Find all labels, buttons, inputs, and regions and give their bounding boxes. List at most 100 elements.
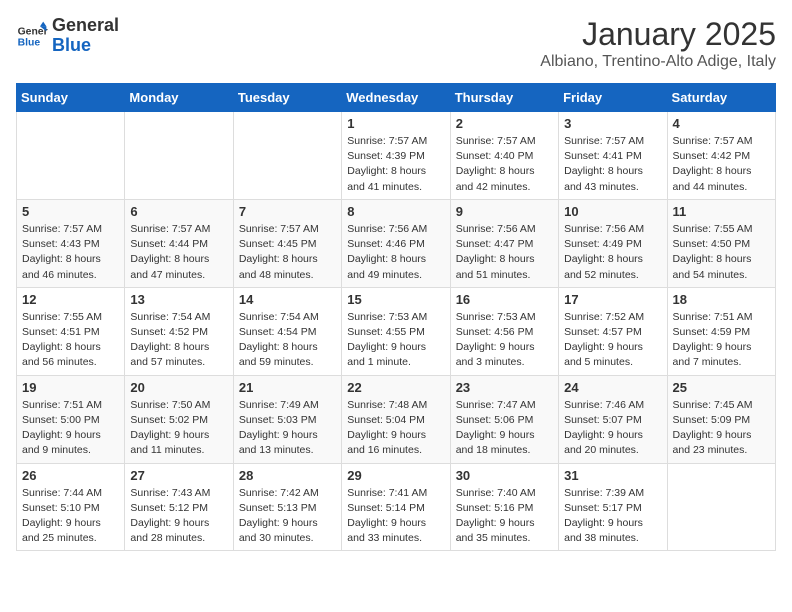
calendar-cell: 17Sunrise: 7:52 AM Sunset: 4:57 PM Dayli… xyxy=(559,287,667,375)
logo-text: General Blue xyxy=(52,16,119,56)
day-info: Sunrise: 7:43 AM Sunset: 5:12 PM Dayligh… xyxy=(130,486,227,547)
day-info: Sunrise: 7:57 AM Sunset: 4:45 PM Dayligh… xyxy=(239,222,336,283)
day-number: 26 xyxy=(22,468,119,483)
calendar-cell: 16Sunrise: 7:53 AM Sunset: 4:56 PM Dayli… xyxy=(450,287,558,375)
calendar-cell: 8Sunrise: 7:56 AM Sunset: 4:46 PM Daylig… xyxy=(342,199,450,287)
calendar-cell: 22 Sunrise: 7:48 AM Sunset: 5:04 PM Dayli… xyxy=(342,375,450,463)
calendar-week-row: 5Sunrise: 7:57 AM Sunset: 4:43 PM Daylig… xyxy=(17,199,776,287)
day-number: 28 xyxy=(239,468,336,483)
calendar-week-row: 12 Sunrise: 7:55 AM Sunset: 4:51 PM Dayli… xyxy=(17,287,776,375)
weekday-header: Friday xyxy=(559,84,667,112)
day-info: Sunrise: 7:50 AM Sunset: 5:02 PM Dayligh… xyxy=(130,398,227,459)
day-info: Sunrise: 7:46 AM Sunset: 5:07 PM Dayligh… xyxy=(564,398,661,459)
day-number: 30 xyxy=(456,468,553,483)
calendar-cell: 11 Sunrise: 7:55 AM Sunset: 4:50 PM Dayli… xyxy=(667,199,775,287)
calendar-cell: 24 Sunrise: 7:46 AM Sunset: 5:07 PM Dayli… xyxy=(559,375,667,463)
calendar-cell: 9Sunrise: 7:56 AM Sunset: 4:47 PM Daylig… xyxy=(450,199,558,287)
calendar-cell: 1Sunrise: 7:57 AM Sunset: 4:39 PM Daylig… xyxy=(342,112,450,200)
logo: General Blue General Blue xyxy=(16,16,119,56)
day-info: Sunrise: 7:39 AM Sunset: 5:17 PM Dayligh… xyxy=(564,486,661,547)
calendar-week-row: 19Sunrise: 7:51 AM Sunset: 5:00 PM Dayli… xyxy=(17,375,776,463)
day-number: 24 xyxy=(564,380,661,395)
day-info: Sunrise: 7:49 AM Sunset: 5:03 PM Dayligh… xyxy=(239,398,336,459)
calendar-cell: 6 Sunrise: 7:57 AM Sunset: 4:44 PM Daylig… xyxy=(125,199,233,287)
logo-icon: General Blue xyxy=(16,20,48,52)
day-number: 2 xyxy=(456,116,553,131)
weekday-header-row: SundayMondayTuesdayWednesdayThursdayFrid… xyxy=(17,84,776,112)
day-info: Sunrise: 7:57 AM Sunset: 4:40 PM Dayligh… xyxy=(456,134,553,195)
day-info: Sunrise: 7:54 AM Sunset: 4:52 PM Dayligh… xyxy=(130,310,227,371)
day-info: Sunrise: 7:57 AM Sunset: 4:43 PM Dayligh… xyxy=(22,222,119,283)
calendar-cell: 21 Sunrise: 7:49 AM Sunset: 5:03 PM Dayli… xyxy=(233,375,341,463)
day-info: Sunrise: 7:57 AM Sunset: 4:42 PM Dayligh… xyxy=(673,134,770,195)
day-info: Sunrise: 7:42 AM Sunset: 5:13 PM Dayligh… xyxy=(239,486,336,547)
day-info: Sunrise: 7:57 AM Sunset: 4:44 PM Dayligh… xyxy=(130,222,227,283)
calendar-cell xyxy=(17,112,125,200)
day-number: 9 xyxy=(456,204,553,219)
day-number: 14 xyxy=(239,292,336,307)
day-number: 6 xyxy=(130,204,227,219)
calendar-cell: 3 Sunrise: 7:57 AM Sunset: 4:41 PM Daylig… xyxy=(559,112,667,200)
day-info: Sunrise: 7:55 AM Sunset: 4:51 PM Dayligh… xyxy=(22,310,119,371)
calendar-cell: 19Sunrise: 7:51 AM Sunset: 5:00 PM Dayli… xyxy=(17,375,125,463)
svg-text:Blue: Blue xyxy=(18,37,41,48)
day-info: Sunrise: 7:53 AM Sunset: 4:55 PM Dayligh… xyxy=(347,310,444,371)
weekday-header: Saturday xyxy=(667,84,775,112)
day-number: 11 xyxy=(673,204,770,219)
calendar-cell: 4 Sunrise: 7:57 AM Sunset: 4:42 PM Daylig… xyxy=(667,112,775,200)
calendar-cell: 30 Sunrise: 7:40 AM Sunset: 5:16 PM Dayli… xyxy=(450,463,558,551)
weekday-header: Tuesday xyxy=(233,84,341,112)
day-info: Sunrise: 7:54 AM Sunset: 4:54 PM Dayligh… xyxy=(239,310,336,371)
day-info: Sunrise: 7:51 AM Sunset: 5:00 PM Dayligh… xyxy=(22,398,119,459)
calendar-cell: 12 Sunrise: 7:55 AM Sunset: 4:51 PM Dayli… xyxy=(17,287,125,375)
day-number: 12 xyxy=(22,292,119,307)
calendar-week-row: 26 Sunrise: 7:44 AM Sunset: 5:10 PM Dayli… xyxy=(17,463,776,551)
day-info: Sunrise: 7:56 AM Sunset: 4:49 PM Dayligh… xyxy=(564,222,661,283)
day-number: 13 xyxy=(130,292,227,307)
day-number: 1 xyxy=(347,116,444,131)
calendar-week-row: 1Sunrise: 7:57 AM Sunset: 4:39 PM Daylig… xyxy=(17,112,776,200)
day-info: Sunrise: 7:57 AM Sunset: 4:41 PM Dayligh… xyxy=(564,134,661,195)
day-number: 3 xyxy=(564,116,661,131)
calendar-title: January 2025 xyxy=(540,16,776,53)
day-info: Sunrise: 7:55 AM Sunset: 4:50 PM Dayligh… xyxy=(673,222,770,283)
day-number: 15 xyxy=(347,292,444,307)
calendar-cell: 15 Sunrise: 7:53 AM Sunset: 4:55 PM Dayli… xyxy=(342,287,450,375)
weekday-header: Monday xyxy=(125,84,233,112)
calendar-table: SundayMondayTuesdayWednesdayThursdayFrid… xyxy=(16,83,776,551)
day-number: 31 xyxy=(564,468,661,483)
calendar-cell: 27 Sunrise: 7:43 AM Sunset: 5:12 PM Dayli… xyxy=(125,463,233,551)
calendar-cell: 31 Sunrise: 7:39 AM Sunset: 5:17 PM Dayli… xyxy=(559,463,667,551)
calendar-cell: 18 Sunrise: 7:51 AM Sunset: 4:59 PM Dayli… xyxy=(667,287,775,375)
weekday-header: Thursday xyxy=(450,84,558,112)
day-info: Sunrise: 7:45 AM Sunset: 5:09 PM Dayligh… xyxy=(673,398,770,459)
day-info: Sunrise: 7:51 AM Sunset: 4:59 PM Dayligh… xyxy=(673,310,770,371)
day-number: 16 xyxy=(456,292,553,307)
calendar-cell: 2 Sunrise: 7:57 AM Sunset: 4:40 PM Daylig… xyxy=(450,112,558,200)
page-header: General Blue General Blue January 2025 A… xyxy=(16,16,776,71)
day-info: Sunrise: 7:40 AM Sunset: 5:16 PM Dayligh… xyxy=(456,486,553,547)
calendar-cell: 25Sunrise: 7:45 AM Sunset: 5:09 PM Dayli… xyxy=(667,375,775,463)
day-number: 18 xyxy=(673,292,770,307)
day-number: 7 xyxy=(239,204,336,219)
calendar-cell: 23Sunrise: 7:47 AM Sunset: 5:06 PM Dayli… xyxy=(450,375,558,463)
day-info: Sunrise: 7:48 AM Sunset: 5:04 PM Dayligh… xyxy=(347,398,444,459)
day-number: 8 xyxy=(347,204,444,219)
day-info: Sunrise: 7:41 AM Sunset: 5:14 PM Dayligh… xyxy=(347,486,444,547)
calendar-cell: 29 Sunrise: 7:41 AM Sunset: 5:14 PM Dayli… xyxy=(342,463,450,551)
calendar-cell: 13 Sunrise: 7:54 AM Sunset: 4:52 PM Dayli… xyxy=(125,287,233,375)
calendar-cell: 10 Sunrise: 7:56 AM Sunset: 4:49 PM Dayli… xyxy=(559,199,667,287)
day-number: 21 xyxy=(239,380,336,395)
day-number: 10 xyxy=(564,204,661,219)
calendar-subtitle: Albiano, Trentino-Alto Adige, Italy xyxy=(540,53,776,71)
day-number: 29 xyxy=(347,468,444,483)
calendar-cell: 5Sunrise: 7:57 AM Sunset: 4:43 PM Daylig… xyxy=(17,199,125,287)
day-number: 4 xyxy=(673,116,770,131)
day-info: Sunrise: 7:47 AM Sunset: 5:06 PM Dayligh… xyxy=(456,398,553,459)
day-number: 27 xyxy=(130,468,227,483)
title-block: January 2025 Albiano, Trentino-Alto Adig… xyxy=(540,16,776,71)
day-info: Sunrise: 7:44 AM Sunset: 5:10 PM Dayligh… xyxy=(22,486,119,547)
day-number: 17 xyxy=(564,292,661,307)
calendar-cell: 14 Sunrise: 7:54 AM Sunset: 4:54 PM Dayli… xyxy=(233,287,341,375)
day-number: 22 xyxy=(347,380,444,395)
